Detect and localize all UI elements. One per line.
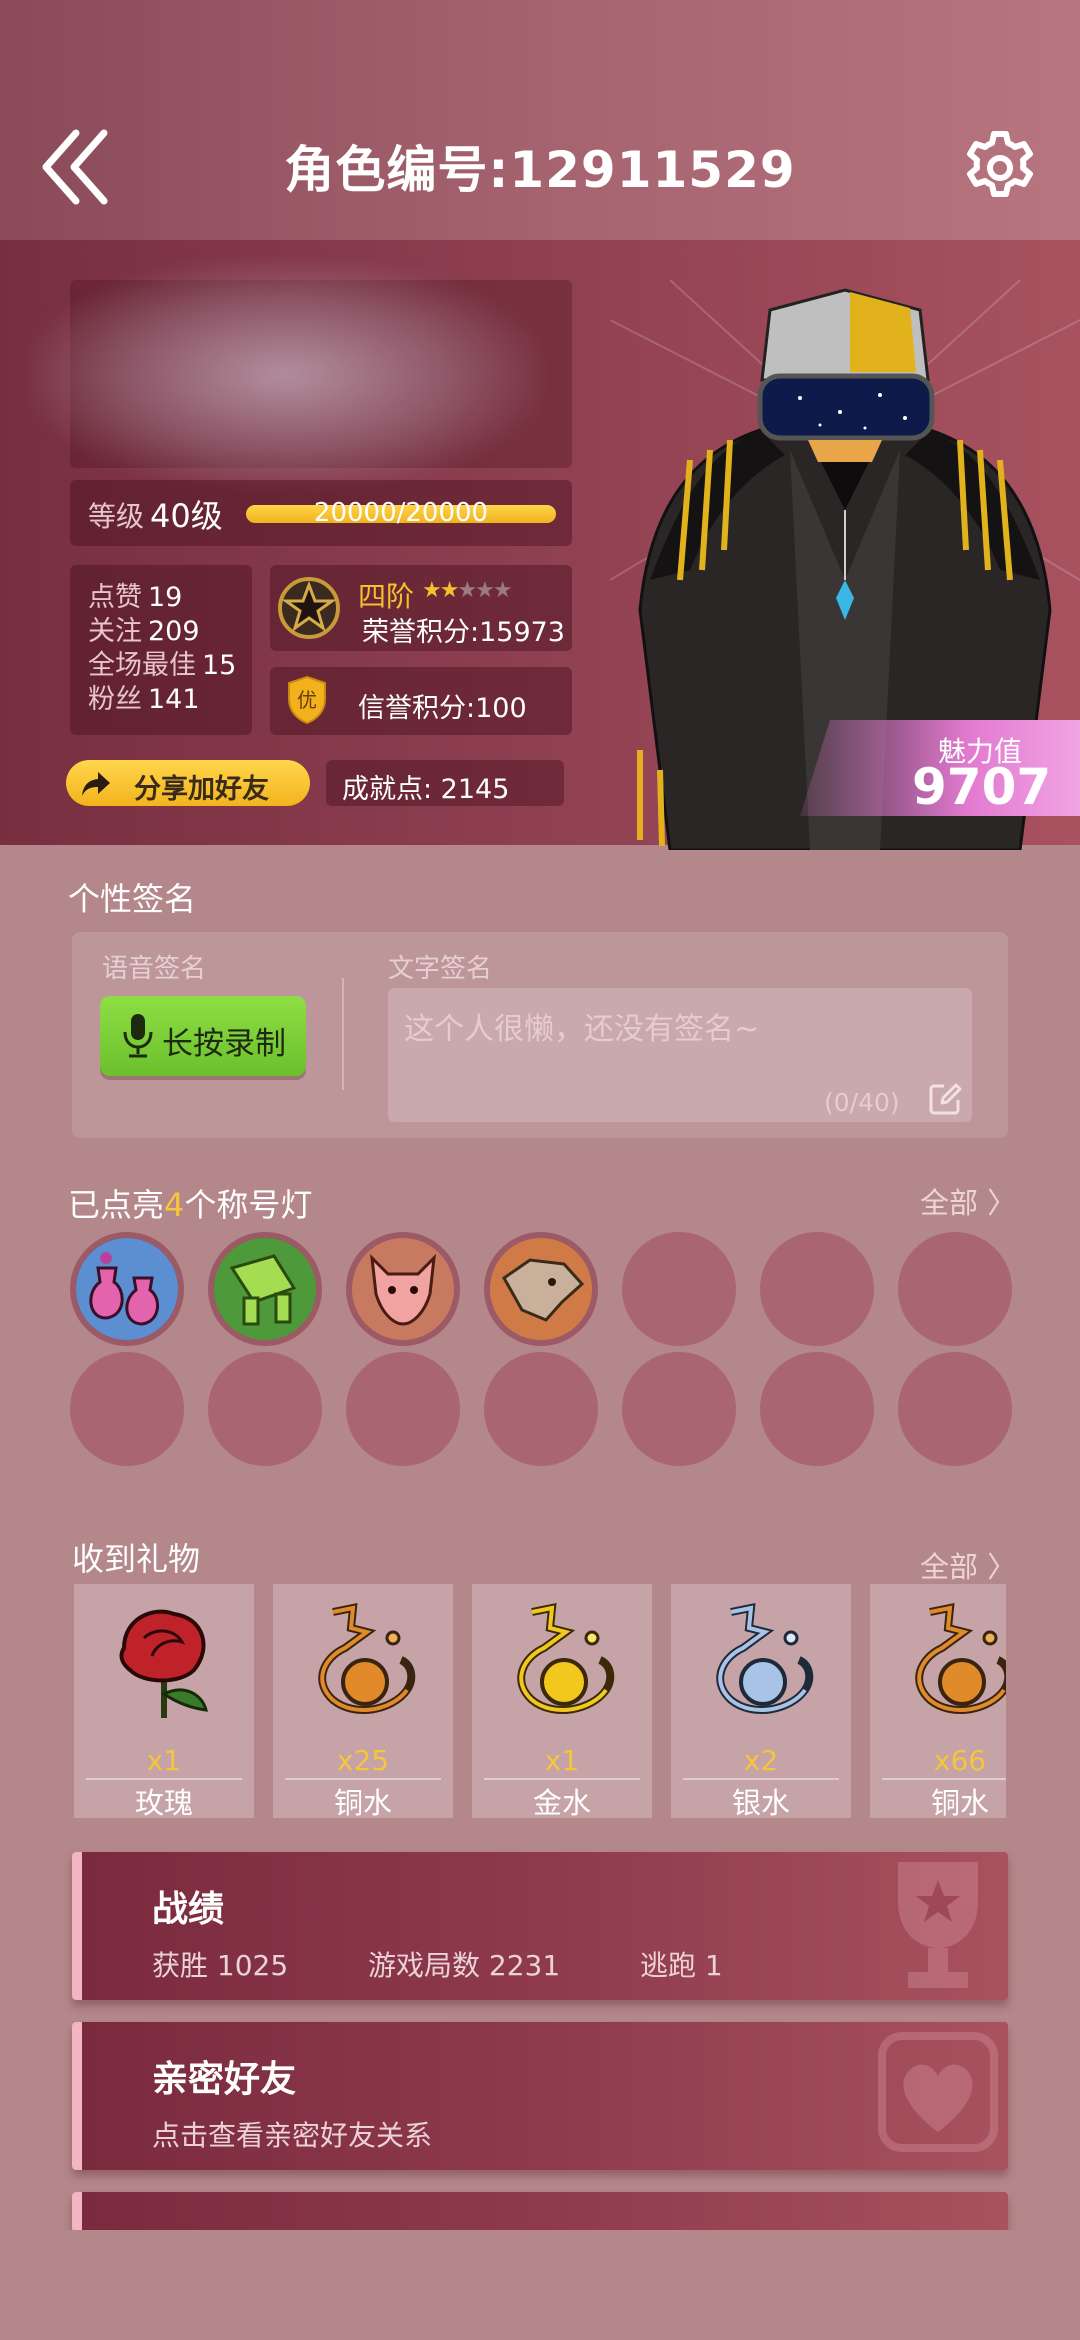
level-value: 40级 (150, 497, 223, 535)
record-games: 游戏局数 2231 (368, 1949, 561, 1982)
card-edge (72, 2022, 82, 2170)
record-button-label: 长按录制 (162, 1026, 286, 1062)
gifts-section-title: 收到礼物 (72, 1540, 201, 1578)
red-wolf-icon (352, 1238, 454, 1340)
gift-name: 金水 (532, 1786, 591, 1820)
bottom-fade (0, 2230, 1080, 2340)
gift-card[interactable]: x1 金水 (472, 1584, 652, 1820)
title-light-slot[interactable] (70, 1232, 184, 1346)
record-card-title: 战绩 (152, 1889, 225, 1930)
close-friends-subtitle: 点击查看亲密好友关系 (152, 2119, 433, 2152)
honor-points: 荣誉积分:15973 (362, 617, 565, 648)
rank-stars: ★★★★★ (422, 578, 513, 603)
card-edge (72, 1852, 82, 2000)
gift-count: x1 (544, 1744, 580, 1777)
rose-icon (119, 1609, 208, 1718)
charm-value: 9707 (912, 758, 1052, 816)
helmet (757, 288, 935, 462)
gear-icon (967, 131, 1033, 197)
stat-fans[interactable]: 粉丝 141 (88, 677, 200, 716)
svg-text:优: 优 (297, 688, 317, 712)
silver-water-icon (716, 1603, 814, 1715)
record-card[interactable]: 战绩 获胜 1025 游戏局数 2231 逃跑 1 (72, 1852, 1008, 2000)
level-progress-text: 20000/20000 (313, 498, 489, 528)
microphone-icon (120, 1012, 156, 1060)
title-lights-all-link[interactable]: 全部 〉 (920, 1180, 1016, 1222)
gift-card[interactable]: x2 银水 (671, 1584, 851, 1820)
title-light-empty-slot[interactable] (484, 1352, 598, 1466)
next-card-partial[interactable] (72, 2192, 1008, 2232)
signature-divider (342, 978, 344, 1090)
achievement-points: 成就点: 2145 (342, 774, 510, 805)
record-escapes: 逃跑 1 (640, 1949, 723, 1982)
share-arrow-icon (80, 770, 112, 798)
grey-wolf-icon (490, 1238, 592, 1340)
gift-count: x2 (743, 1744, 779, 1777)
edit-icon[interactable] (928, 1082, 962, 1116)
signature-char-count: (0/40) (824, 1088, 900, 1117)
title-light-empty-slot[interactable] (760, 1352, 874, 1466)
gift-count: x66 (933, 1744, 987, 1777)
gifts-all-link[interactable]: 全部 〉 (920, 1544, 1016, 1586)
text-signature-label: 文字签名 (388, 954, 493, 984)
record-wins: 获胜 1025 (152, 1949, 289, 1982)
gift-name: 银水 (731, 1786, 790, 1820)
potion-bottles-icon (76, 1238, 178, 1340)
rank-name: 四阶 (358, 580, 415, 613)
gift-name: 铜水 (930, 1786, 989, 1820)
gift-count: x1 (146, 1744, 182, 1777)
title-light-empty-slot[interactable] (346, 1352, 460, 1466)
title-light-empty-slot[interactable] (622, 1232, 736, 1346)
title-light-empty-slot[interactable] (898, 1352, 1012, 1466)
gift-card[interactable]: x66 铜水 (870, 1584, 1006, 1820)
voice-signature-label: 语音签名 (102, 954, 207, 984)
credit-points: 信誉积分:100 (358, 693, 527, 724)
blurred-nickname (30, 260, 540, 490)
signature-section-title: 个性签名 (68, 880, 197, 918)
top-bar (0, 0, 1080, 240)
settings-button[interactable] (960, 128, 1040, 208)
title-lights-heading: 已点亮4个称号灯 (68, 1186, 313, 1224)
green-cannon-icon (214, 1238, 316, 1340)
gift-card[interactable]: x1 玫瑰 (74, 1584, 254, 1820)
title-light-slot[interactable] (484, 1232, 598, 1346)
gold-water-icon (517, 1603, 615, 1715)
title-light-empty-slot[interactable] (622, 1352, 736, 1466)
copper-water-icon (915, 1603, 1006, 1715)
share-button-label: 分享加好友 (134, 774, 269, 805)
title-light-slot[interactable] (346, 1232, 460, 1346)
gift-card[interactable]: x25 铜水 (273, 1584, 453, 1820)
title-light-empty-slot[interactable] (70, 1352, 184, 1466)
gift-list[interactable]: x1 玫瑰 x25 铜水 x1 金水 x2 银水 x66 铜水 (74, 1584, 1006, 1820)
rank-star-icon (276, 575, 342, 641)
card-edge (72, 2192, 82, 2232)
title-light-empty-slot[interactable] (208, 1352, 322, 1466)
title-light-empty-slot[interactable] (760, 1232, 874, 1346)
heart-icon (878, 2032, 998, 2152)
copper-water-icon (318, 1603, 416, 1715)
page-title: 角色编号:12911529 (284, 141, 796, 199)
title-light-slot[interactable] (208, 1232, 322, 1346)
trophy-icon (898, 1862, 978, 1988)
signature-placeholder: 这个人很懒，还没有签名~ (404, 1012, 760, 1047)
level-label: 等级 (88, 500, 145, 533)
gift-count: x25 (336, 1744, 390, 1777)
gift-name: 玫瑰 (134, 1786, 193, 1820)
title-light-empty-slot[interactable] (898, 1232, 1012, 1346)
credit-shield-icon: 优 (286, 675, 328, 725)
close-friends-title: 亲密好友 (152, 2059, 297, 2100)
gift-name: 铜水 (333, 1786, 392, 1820)
close-friends-card[interactable]: 亲密好友 点击查看亲密好友关系 (72, 2022, 1008, 2170)
